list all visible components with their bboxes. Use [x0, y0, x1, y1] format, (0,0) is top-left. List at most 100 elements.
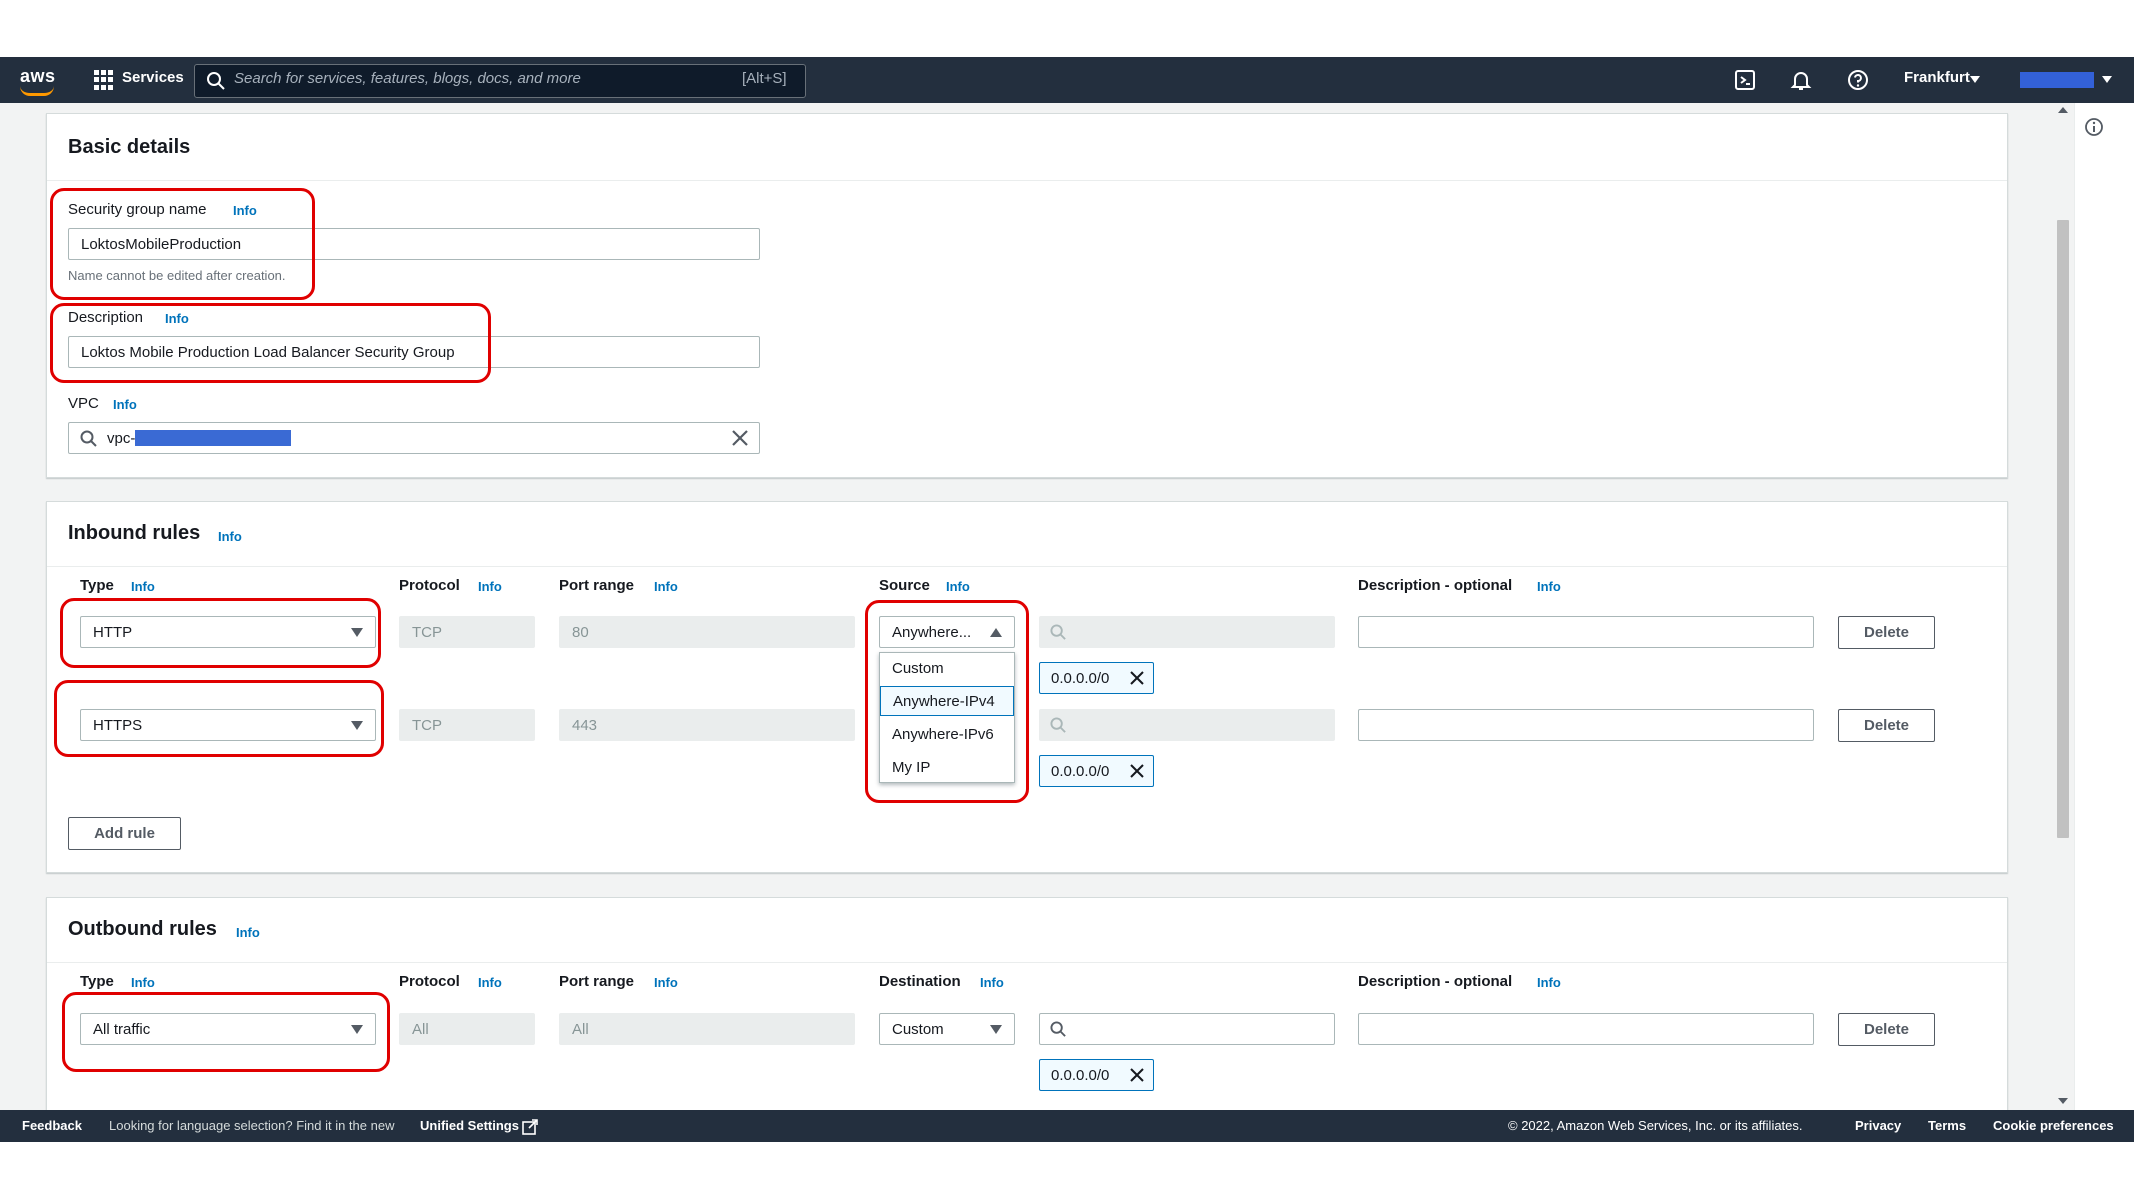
- search-icon: [1050, 717, 1066, 733]
- inbound-description-header: Description - optional: [1358, 577, 1513, 594]
- inbound-rule-1-source: Anywhere...: [892, 623, 972, 641]
- sg-name-hint: Name cannot be edited after creation.: [68, 268, 286, 283]
- outbound-rules-panel: [46, 897, 2008, 1127]
- inbound-rule-1-type-select[interactable]: HTTP: [80, 616, 376, 648]
- inbound-description-info-link[interactable]: Info: [1537, 579, 1561, 594]
- vpc-info-link[interactable]: Info: [113, 397, 137, 412]
- outbound-type-info-link[interactable]: Info: [131, 975, 155, 990]
- outbound-info-link[interactable]: Info: [236, 925, 260, 940]
- source-option-custom[interactable]: Custom: [880, 653, 1014, 683]
- inbound-type-info-link[interactable]: Info: [131, 579, 155, 594]
- services-menu-button[interactable]: Services: [122, 69, 184, 86]
- account-menu-redacted[interactable]: [2020, 72, 2094, 88]
- inbound-rule-1-cidr-token: 0.0.0.0/0: [1039, 662, 1154, 694]
- services-grid-icon[interactable]: [94, 70, 114, 90]
- search-icon: [1050, 1021, 1066, 1037]
- feedback-link[interactable]: Feedback: [22, 1118, 82, 1133]
- caret-up-icon: [990, 627, 1002, 637]
- outbound-rule-1-delete-button[interactable]: Delete: [1838, 1013, 1935, 1046]
- outbound-rule-1-cidr-search[interactable]: [1039, 1013, 1335, 1045]
- privacy-link[interactable]: Privacy: [1855, 1118, 1901, 1133]
- inbound-info-link[interactable]: Info: [218, 529, 242, 544]
- outbound-rule-1-protocol-value: All: [412, 1020, 429, 1038]
- search-icon: [80, 430, 97, 447]
- sg-name-value: LoktosMobileProduction: [81, 235, 242, 253]
- inbound-rules-title: Inbound rules: [68, 522, 201, 544]
- inbound-rule-1-description-input[interactable]: [1358, 616, 1814, 648]
- search-icon: [207, 72, 225, 90]
- description-label: Description: [68, 309, 144, 326]
- inbound-rule-1-delete-button[interactable]: Delete: [1838, 616, 1935, 649]
- inbound-source-info-link[interactable]: Info: [946, 579, 970, 594]
- info-panel-icon[interactable]: [2084, 117, 2104, 137]
- inbound-rule-2-cidr-token: 0.0.0.0/0: [1039, 755, 1154, 787]
- inbound-protocol-info-link[interactable]: Info: [478, 579, 502, 594]
- scroll-down-arrow-icon[interactable]: [2058, 1098, 2068, 1104]
- outbound-port-info-link[interactable]: Info: [654, 975, 678, 990]
- inbound-rule-1-port-value: 80: [572, 623, 589, 641]
- outbound-rule-1-destination-select[interactable]: Custom: [879, 1013, 1015, 1045]
- inbound-rule-2-cidr-search[interactable]: [1039, 709, 1335, 741]
- inbound-port-info-link[interactable]: Info: [654, 579, 678, 594]
- vpc-label: VPC: [68, 395, 99, 412]
- bell-icon[interactable]: [1790, 69, 1812, 91]
- inbound-rule-2-description-input[interactable]: [1358, 709, 1814, 741]
- search-shortcut-hint: [Alt+S]: [742, 70, 787, 87]
- outbound-protocol-info-link[interactable]: Info: [478, 975, 502, 990]
- add-inbound-rule-button[interactable]: Add rule: [68, 817, 181, 850]
- source-option-anywhere-ipv6[interactable]: Anywhere-IPv6: [880, 719, 1014, 749]
- outbound-description-info-link[interactable]: Info: [1537, 975, 1561, 990]
- clear-icon[interactable]: [731, 429, 749, 447]
- outbound-rule-1-cidr-token: 0.0.0.0/0: [1039, 1059, 1154, 1091]
- inbound-rule-2-port-value: 443: [572, 716, 598, 734]
- unified-settings-link[interactable]: Unified Settings: [420, 1118, 519, 1133]
- description-info-link[interactable]: Info: [165, 311, 189, 326]
- caret-down-icon: [351, 627, 363, 637]
- region-selector[interactable]: Frankfurt: [1904, 69, 1970, 86]
- inbound-protocol-header: Protocol: [399, 577, 460, 594]
- outbound-protocol-header: Protocol: [399, 973, 460, 990]
- remove-token-icon[interactable]: [1129, 763, 1145, 779]
- remove-token-icon[interactable]: [1129, 1067, 1145, 1083]
- description-input[interactable]: Loktos Mobile Production Load Balancer S…: [68, 336, 760, 368]
- sg-name-info-link[interactable]: Info: [233, 203, 257, 218]
- inbound-rule-2-type-select[interactable]: HTTPS: [80, 709, 376, 741]
- inbound-port-header: Port range: [559, 577, 635, 594]
- caret-down-icon: [990, 1024, 1002, 1034]
- inbound-rule-2-delete-button[interactable]: Delete: [1838, 709, 1935, 742]
- outbound-rule-1-description-input[interactable]: [1358, 1013, 1814, 1045]
- inbound-rule-1-source-select[interactable]: Anywhere...: [879, 616, 1015, 648]
- help-icon[interactable]: [1847, 69, 1869, 91]
- remove-token-icon[interactable]: [1129, 670, 1145, 686]
- copyright-text: © 2022, Amazon Web Services, Inc. or its…: [1508, 1118, 1803, 1133]
- outbound-destination-info-link[interactable]: Info: [980, 975, 1004, 990]
- divider: [47, 566, 2007, 567]
- source-option-anywhere-ipv4[interactable]: Anywhere-IPv4: [880, 686, 1014, 716]
- outbound-rule-1-port: All: [559, 1013, 855, 1045]
- search-icon: [1050, 624, 1066, 640]
- inbound-rules-panel: [46, 501, 2008, 873]
- inbound-rule-2-type: HTTPS: [93, 716, 143, 734]
- cookie-preferences-link[interactable]: Cookie preferences: [1993, 1118, 2114, 1133]
- inbound-rule-1-protocol: TCP: [399, 616, 535, 648]
- source-option-my-ip[interactable]: My IP: [880, 752, 1014, 782]
- scrollbar-thumb[interactable]: [2057, 220, 2069, 838]
- inbound-rule-1-protocol-value: TCP: [412, 623, 442, 641]
- caret-down-icon: [2102, 76, 2112, 83]
- outbound-rule-1-protocol: All: [399, 1013, 535, 1045]
- description-value: Loktos Mobile Production Load Balancer S…: [81, 343, 455, 361]
- terms-link[interactable]: Terms: [1928, 1118, 1966, 1133]
- outbound-type-header: Type: [80, 973, 114, 990]
- inbound-rule-1-cidr-search[interactable]: [1039, 616, 1335, 648]
- inbound-type-header: Type: [80, 577, 114, 594]
- outbound-rule-1-cidr: 0.0.0.0/0: [1051, 1066, 1110, 1084]
- outbound-rule-1-type: All traffic: [93, 1020, 151, 1038]
- scroll-up-arrow-icon[interactable]: [2058, 107, 2068, 113]
- inbound-source-header: Source: [879, 577, 930, 594]
- inbound-rule-1-cidr: 0.0.0.0/0: [1051, 669, 1110, 687]
- sg-name-input[interactable]: LoktosMobileProduction: [68, 228, 760, 260]
- outbound-rule-1-type-select[interactable]: All traffic: [80, 1013, 376, 1045]
- vpc-search-input[interactable]: vpc-: [68, 422, 760, 454]
- outbound-destination-header: Destination: [879, 973, 961, 990]
- cloudshell-icon[interactable]: [1734, 69, 1756, 91]
